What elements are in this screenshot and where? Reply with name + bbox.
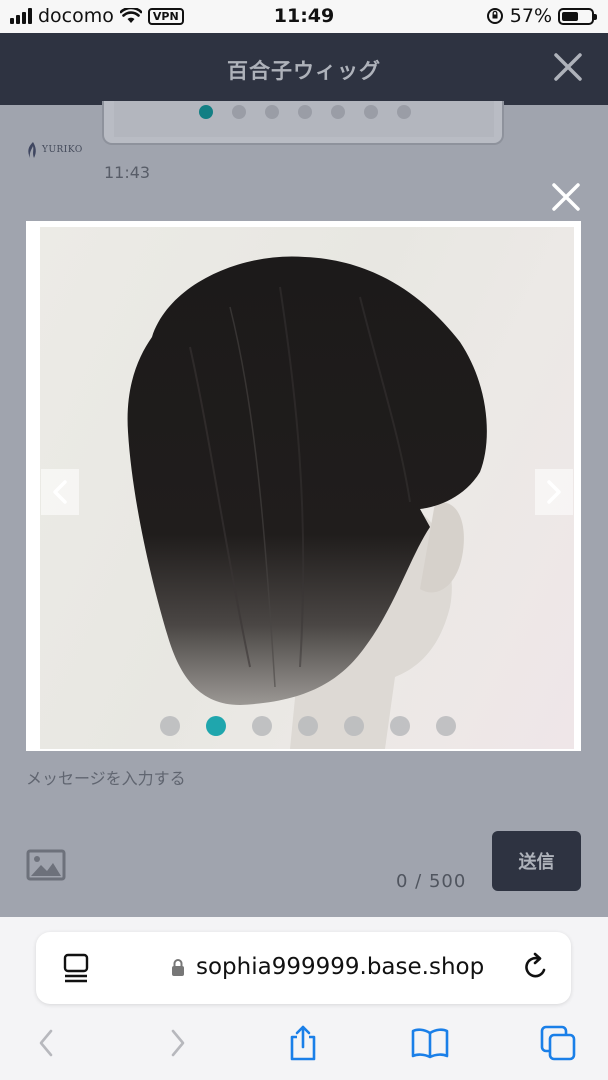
carousel-dot[interactable]: [252, 716, 272, 736]
carousel-dot[interactable]: [265, 105, 279, 119]
carousel-dot[interactable]: [206, 716, 226, 736]
lightbox-image-frame: [26, 221, 581, 751]
back-button[interactable]: [26, 1023, 66, 1063]
chevron-back-icon: [39, 1029, 53, 1057]
message-image-card[interactable]: [102, 101, 504, 145]
forward-button[interactable]: [158, 1023, 198, 1063]
send-button[interactable]: 送信: [492, 831, 581, 891]
chat-title: 百合子ウィッグ: [227, 59, 381, 83]
character-counter: 0 / 500: [396, 871, 467, 892]
chat-header: 百合子ウィッグ: [0, 33, 608, 105]
book-icon: [411, 1028, 449, 1059]
message-carousel-dots: [104, 105, 502, 119]
carousel-dot[interactable]: [298, 716, 318, 736]
carousel-dot[interactable]: [390, 716, 410, 736]
wig-photo: [40, 227, 574, 749]
status-right: 57%: [486, 5, 597, 27]
close-chat-icon[interactable]: [550, 49, 586, 85]
page-menu-icon[interactable]: [62, 952, 90, 984]
carousel-dot[interactable]: [160, 716, 180, 736]
carousel-dot[interactable]: [232, 105, 246, 119]
reload-icon[interactable]: [522, 952, 550, 982]
image-attach-icon[interactable]: [26, 849, 66, 881]
close-lightbox-icon[interactable]: [550, 181, 582, 213]
orientation-lock-icon: [486, 8, 503, 24]
status-bar: docomo VPN 11:49 57%: [0, 0, 608, 33]
brand-logo: YURIKO: [26, 141, 83, 159]
chevron-forward-icon: [171, 1029, 185, 1057]
message-timestamp: 11:43: [104, 163, 151, 182]
lightbox-carousel-dots: [160, 716, 456, 736]
flame-logo-icon: [28, 142, 36, 158]
share-icon: [290, 1025, 316, 1061]
next-image-button[interactable]: [535, 469, 573, 515]
previous-image-button[interactable]: [41, 469, 79, 515]
message-input[interactable]: メッセージを入力する: [26, 765, 186, 789]
browser-bottom-bar: sophia999999.base.shop: [0, 917, 608, 1080]
lock-icon: [172, 959, 184, 976]
battery-icon: [558, 7, 597, 25]
bookmarks-button[interactable]: [410, 1023, 450, 1063]
carousel-dot[interactable]: [331, 105, 345, 119]
carousel-dot[interactable]: [364, 105, 378, 119]
carousel-dot[interactable]: [436, 716, 456, 736]
battery-percent: 57%: [509, 5, 552, 27]
chevron-right-icon: [547, 480, 561, 504]
carousel-dot[interactable]: [298, 105, 312, 119]
carousel-dot[interactable]: [199, 105, 213, 119]
share-button[interactable]: [283, 1023, 323, 1063]
carousel-dot[interactable]: [344, 716, 364, 736]
url-text: sophia999999.base.shop: [196, 954, 485, 980]
carousel-dot[interactable]: [397, 105, 411, 119]
address-bar[interactable]: sophia999999.base.shop: [36, 932, 571, 1004]
tabs-icon: [540, 1025, 576, 1061]
tabs-button[interactable]: [538, 1023, 578, 1063]
chevron-left-icon: [53, 480, 67, 504]
